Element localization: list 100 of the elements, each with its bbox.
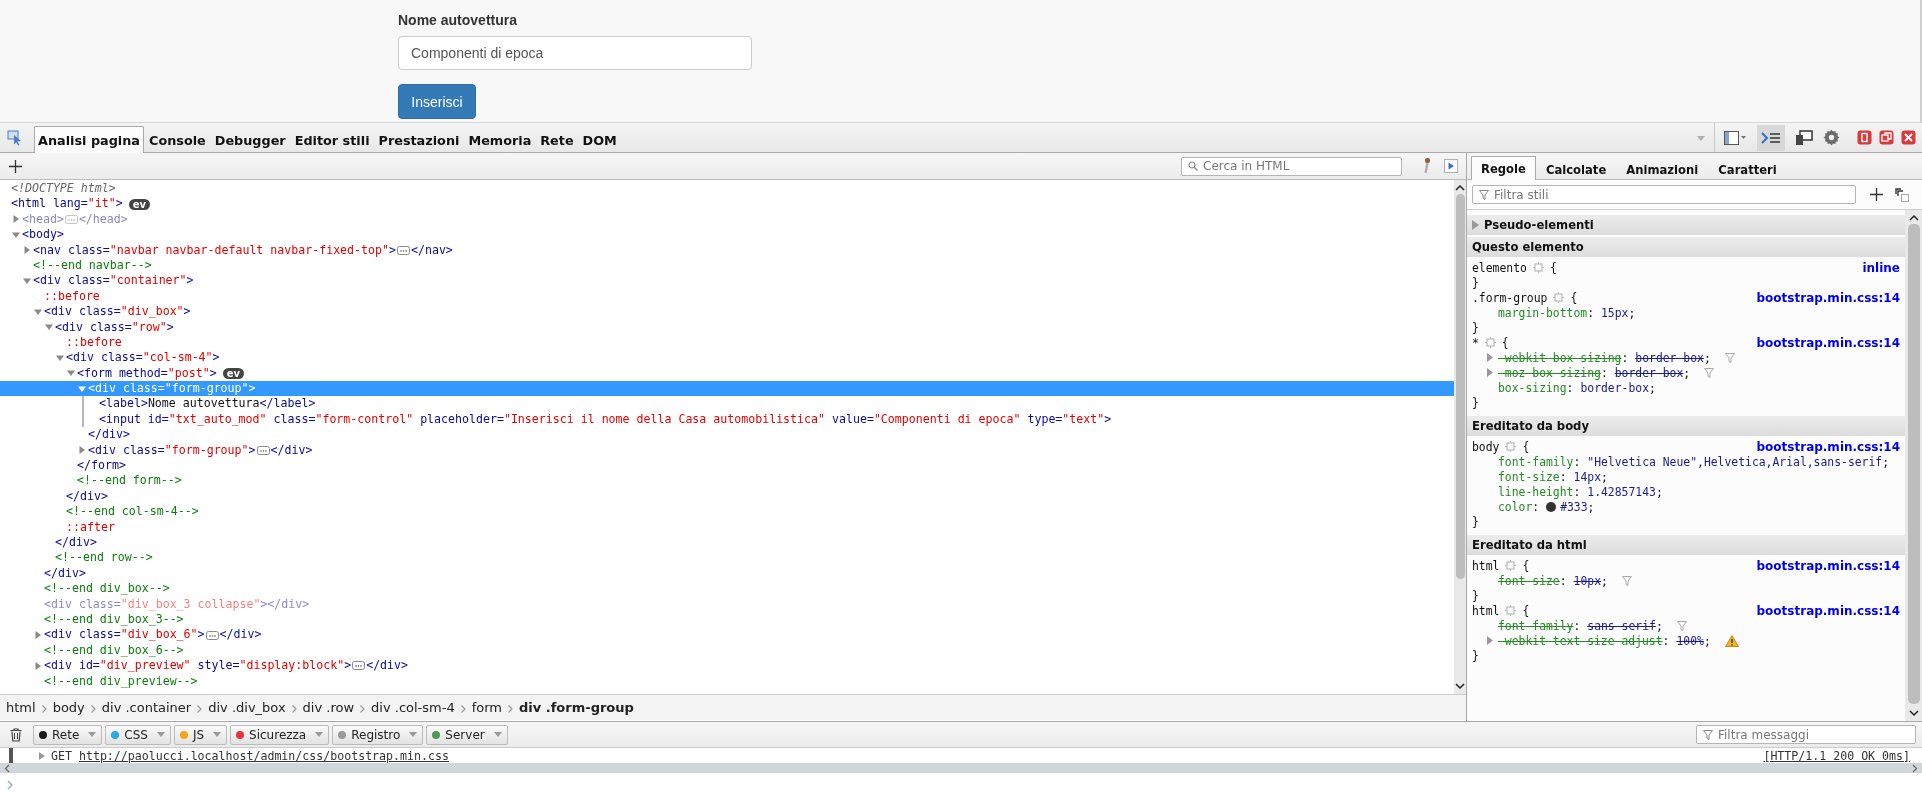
filter-icon[interactable]: [1704, 367, 1715, 378]
expand-arrow-icon[interactable]: [45, 323, 53, 332]
eyedropper-icon[interactable]: [1422, 157, 1432, 175]
dom-node-row[interactable]: <div class="row">: [0, 319, 1454, 335]
expand-arrow-icon[interactable]: [23, 277, 31, 286]
console-filter-button[interactable]: Registro: [332, 724, 424, 745]
scroll-up-icon[interactable]: [1455, 184, 1465, 191]
expand-arrow-icon[interactable]: [12, 215, 20, 224]
split-console-icon[interactable]: [1757, 124, 1785, 151]
scrollbar-thumb[interactable]: [1907, 224, 1920, 704]
source-link[interactable]: bootstrap.min.css:14: [1756, 439, 1900, 454]
css-value[interactable]: border-box;: [1635, 350, 1711, 365]
dom-node-row[interactable]: ::before: [0, 288, 1454, 305]
scroll-left-icon[interactable]: [4, 763, 10, 773]
scrollbar-thumb[interactable]: [1455, 194, 1465, 579]
expand-arrow-icon[interactable]: [34, 631, 42, 639]
breadcrumb-item[interactable]: div .col-sm-4: [367, 700, 459, 715]
collapsed-content-icon[interactable]: [205, 630, 219, 640]
pseudo-class-icon[interactable]: [1895, 187, 1909, 202]
play-button[interactable]: [1444, 159, 1458, 173]
dom-node-row[interactable]: </form>: [0, 458, 1454, 474]
breadcrumb-item[interactable]: div .div_box: [204, 700, 290, 715]
expand-arrow-icon[interactable]: [12, 230, 20, 239]
css-value[interactable]: 10px;: [1573, 573, 1608, 588]
element-picker-icon[interactable]: [7, 129, 23, 146]
scroll-up-icon[interactable]: [1908, 214, 1919, 221]
css-property[interactable]: box-sizing:: [1498, 380, 1574, 395]
add-rule-icon[interactable]: [1870, 188, 1883, 201]
trash-icon[interactable]: [10, 727, 22, 742]
warning-icon[interactable]: [1724, 634, 1739, 647]
expand-arrow-icon[interactable]: [1472, 220, 1479, 230]
text-input[interactable]: Componenti di epoca: [398, 36, 752, 70]
devtools-tab[interactable]: Console: [145, 127, 210, 153]
sidebar-tab[interactable]: Calcolate: [1535, 158, 1617, 180]
css-value[interactable]: 15px;: [1601, 305, 1636, 320]
source-link[interactable]: bootstrap.min.css:14: [1756, 290, 1900, 305]
dom-node-row[interactable]: <!--end row-->: [0, 550, 1454, 566]
dom-node-row[interactable]: <div class="div_box">: [0, 304, 1454, 320]
css-value[interactable]: 100%;: [1676, 633, 1711, 648]
filter-icon[interactable]: [1724, 352, 1735, 363]
dom-node-row[interactable]: ::before: [0, 334, 1454, 351]
dom-node-row[interactable]: <div class="form-group"> </div>: [0, 442, 1454, 459]
event-badge[interactable]: ev: [128, 198, 150, 210]
dom-node-row[interactable]: </div>: [0, 427, 1454, 443]
breadcrumb-item[interactable]: div .container: [97, 700, 196, 715]
dom-node-row[interactable]: </div>: [0, 488, 1454, 505]
css-property[interactable]: -webkit-box-sizing:: [1498, 350, 1629, 365]
css-property[interactable]: line-height:: [1498, 484, 1581, 499]
console-filter-button[interactable]: Rete: [33, 724, 103, 745]
dom-node-row[interactable]: <div class="div_box_6"> </div>: [0, 627, 1454, 643]
dom-node-row[interactable]: ::after: [0, 519, 1454, 535]
expand-arrow-icon[interactable]: [56, 354, 64, 362]
expand-arrow-icon[interactable]: [34, 661, 42, 670]
css-value[interactable]: sans-serif;: [1587, 618, 1663, 633]
breadcrumb-item[interactable]: div .form-group: [515, 700, 638, 715]
restore-icon[interactable]: [1879, 130, 1894, 145]
sidebar-tab[interactable]: Regole: [1471, 156, 1536, 180]
close-icon[interactable]: [1901, 130, 1916, 145]
dom-node-row[interactable]: </div>: [0, 535, 1454, 551]
collapsed-content-icon[interactable]: [352, 661, 366, 671]
expand-arrow-icon[interactable]: [1487, 636, 1493, 645]
highlight-elements-icon[interactable]: [1484, 337, 1496, 348]
settings-icon[interactable]: [1823, 129, 1840, 146]
dom-node-row[interactable]: </div>: [0, 565, 1454, 582]
breadcrumb-item[interactable]: div .row: [298, 700, 359, 715]
css-property[interactable]: -moz-box-sizing:: [1498, 365, 1608, 380]
caret-icon[interactable]: [1696, 133, 1706, 142]
dom-node-row[interactable]: <!--end col-sm-4-->: [0, 504, 1454, 520]
console-filter-button[interactable]: Server: [426, 724, 508, 745]
dom-node-row[interactable]: <!--end navbar-->: [0, 257, 1454, 274]
dom-node-row[interactable]: <div class="col-sm-4">: [0, 350, 1454, 366]
dom-node-row[interactable]: <nav class="navbar navbar-default navbar-fixed-top"> </nav>: [0, 242, 1454, 258]
source-link[interactable]: inline: [1862, 260, 1900, 275]
filter-field[interactable]: Filtra stili: [1472, 185, 1856, 204]
sidebar-tab[interactable]: Caratteri: [1708, 158, 1787, 180]
expand-arrow-icon[interactable]: [1487, 353, 1493, 362]
breadcrumb-item[interactable]: body: [48, 700, 89, 715]
expand-arrow-icon[interactable]: [39, 751, 45, 760]
css-value[interactable]: #333;: [1560, 499, 1595, 514]
layout-icon[interactable]: [1723, 129, 1747, 146]
request-url[interactable]: http://paolucci.localhost/admin/css/bootstrap.min.css: [78, 748, 449, 763]
dom-node-row[interactable]: <!--end div_box-->: [0, 581, 1454, 597]
expand-arrow-icon[interactable]: [1487, 368, 1493, 377]
css-property[interactable]: font-size:: [1498, 469, 1567, 484]
scroll-down-icon[interactable]: [1455, 683, 1465, 690]
source-link[interactable]: bootstrap.min.css:14: [1756, 558, 1900, 573]
dom-node-row[interactable]: <body>: [0, 227, 1454, 243]
dom-node-row[interactable]: <div class="container">: [0, 273, 1454, 289]
expand-arrow-icon[interactable]: [67, 369, 75, 378]
css-value[interactable]: border-box;: [1580, 380, 1656, 395]
breadcrumb-item[interactable]: form: [467, 700, 506, 715]
css-value[interactable]: 1.42857143;: [1587, 484, 1663, 499]
devtools-tab[interactable]: Analisi pagina: [34, 126, 144, 153]
dom-node-row[interactable]: <html lang="it"> ev: [0, 196, 1454, 212]
expand-arrow-icon[interactable]: [78, 384, 86, 393]
highlight-elements-icon[interactable]: [1505, 605, 1517, 616]
devtools-tab[interactable]: Memoria: [464, 127, 536, 153]
highlight-elements-icon[interactable]: [1532, 262, 1544, 273]
expand-arrow-icon[interactable]: [34, 307, 42, 316]
dom-node-row[interactable]: <!--end div_box_3-->: [0, 611, 1454, 628]
